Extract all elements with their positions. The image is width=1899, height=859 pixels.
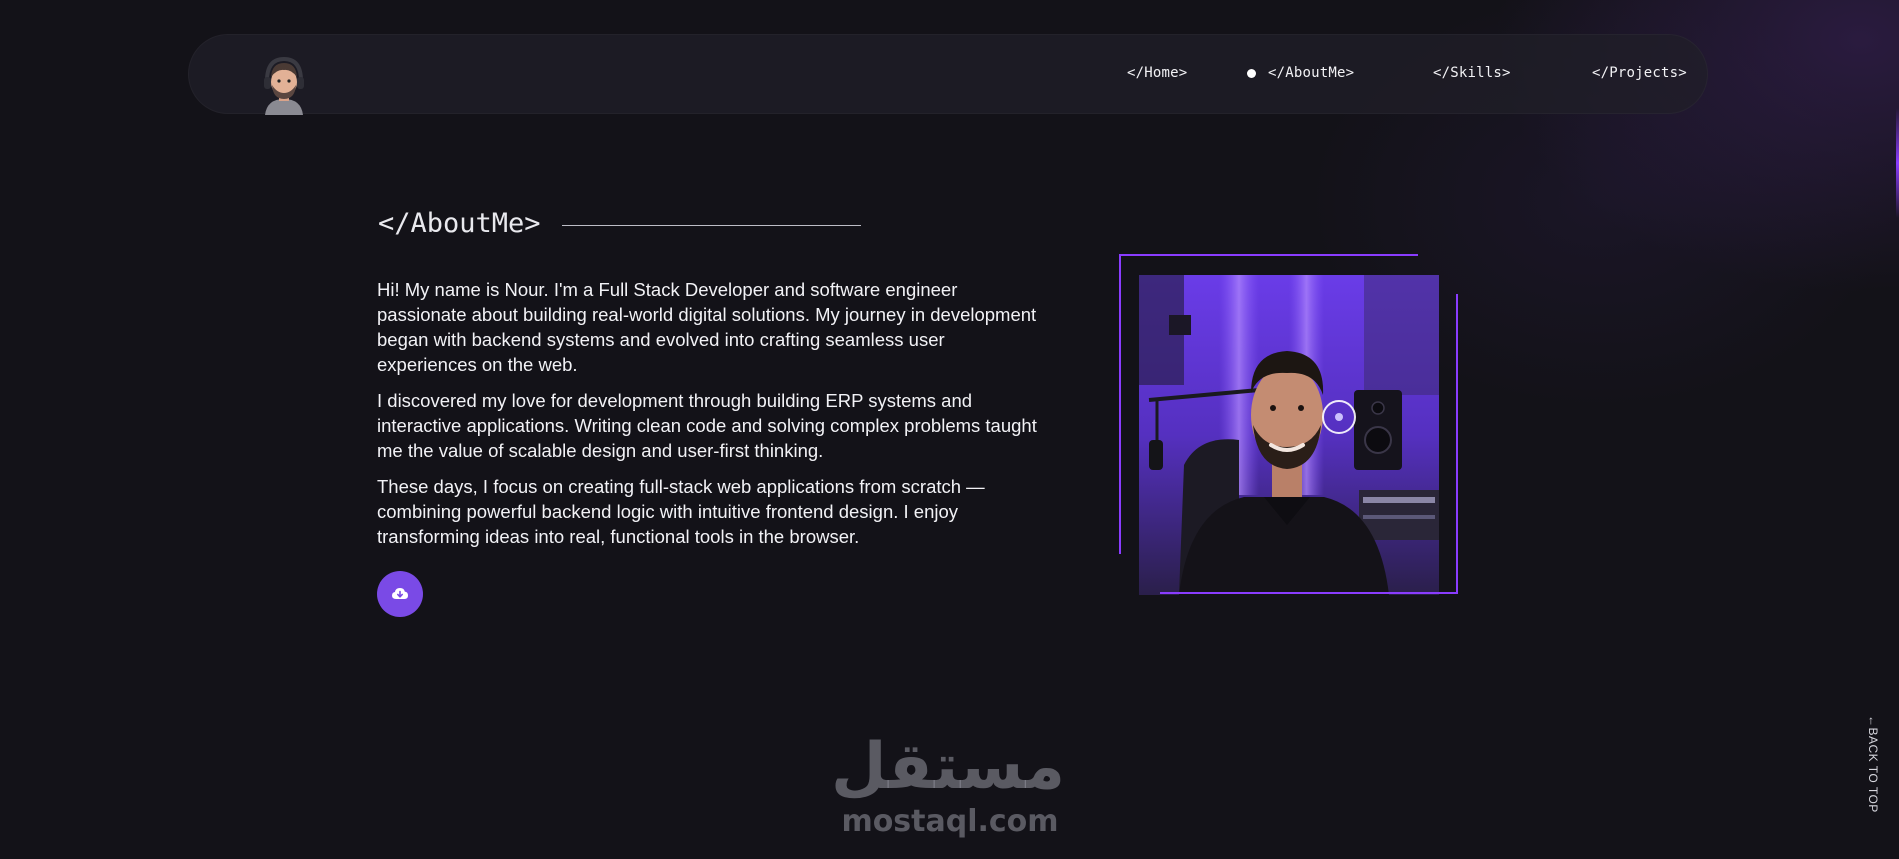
photo-frame-bottom <box>1160 592 1458 594</box>
photo-frame-top <box>1119 254 1418 256</box>
about-paragraph-1: Hi! My name is Nour. I'm a Full Stack De… <box>377 279 1037 375</box>
nav-link-aboutme[interactable]: </AboutMe> <box>1268 65 1354 81</box>
custom-cursor-dot <box>1335 413 1343 421</box>
navbar: </Home> </AboutMe> </Skills> </Projects> <box>188 34 1708 115</box>
cloud-download-icon <box>392 588 408 599</box>
nav-link-skills[interactable]: </Skills> <box>1433 65 1511 81</box>
nav-links: </Home> </AboutMe> </Skills> </Projects> <box>189 35 1707 115</box>
photo-frame-left <box>1119 254 1121 554</box>
about-text: Hi! My name is Nour. I'm a Full Stack De… <box>377 277 1042 560</box>
watermark-latin: mostaql.com <box>841 804 1059 839</box>
about-paragraph-2: I discovered my love for development thr… <box>377 390 1037 461</box>
back-to-top-link[interactable]: ←BACK TO TOP <box>1866 715 1880 813</box>
nav-link-home[interactable]: </Home> <box>1127 65 1187 81</box>
profile-photo <box>1139 275 1439 595</box>
active-indicator-dot <box>1247 69 1256 78</box>
title-divider <box>562 225 861 226</box>
watermark-arabic: مستقل <box>830 730 1065 804</box>
download-cv-button[interactable] <box>377 571 423 617</box>
about-paragraph-3: These days, I focus on creating full-sta… <box>377 476 985 547</box>
photo-frame-right <box>1456 294 1458 594</box>
portfolio-page: </Home> </AboutMe> </Skills> </Projects>… <box>0 0 1899 859</box>
nav-link-projects[interactable]: </Projects> <box>1592 65 1687 81</box>
section-title: </AboutMe> <box>378 208 541 239</box>
